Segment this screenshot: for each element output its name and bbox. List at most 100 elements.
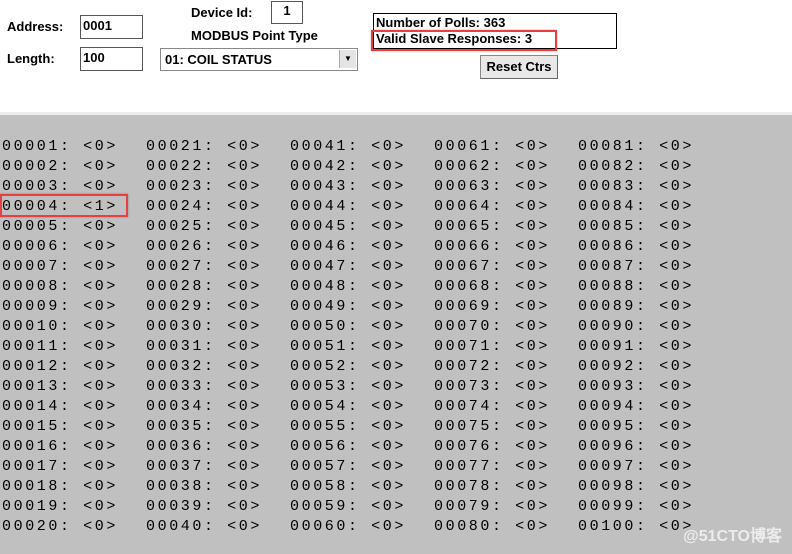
register-cell: 00035: <0> — [146, 418, 263, 435]
dropdown-arrow-icon[interactable]: ▼ — [339, 50, 356, 68]
register-cell: 00017: <0> — [2, 458, 119, 475]
register-cell: 00061: <0> — [434, 138, 551, 155]
register-cell: 00009: <0> — [2, 298, 119, 315]
register-cell: 00030: <0> — [146, 318, 263, 335]
register-cell: 00002: <0> — [2, 158, 119, 175]
point-type-label: MODBUS Point Type — [191, 28, 318, 43]
register-cell: 00025: <0> — [146, 218, 263, 235]
register-cell: 00027: <0> — [146, 258, 263, 275]
register-cell: 00084: <0> — [578, 198, 695, 215]
register-cell: 00100: <0> — [578, 518, 695, 535]
register-cell: 00081: <0> — [578, 138, 695, 155]
reset-counters-button[interactable]: Reset Ctrs — [480, 55, 558, 79]
register-cell: 00040: <0> — [146, 518, 263, 535]
register-cell: 00033: <0> — [146, 378, 263, 395]
register-cell: 00075: <0> — [434, 418, 551, 435]
register-cell: 00092: <0> — [578, 358, 695, 375]
register-cell: 00022: <0> — [146, 158, 263, 175]
address-label: Address: — [7, 19, 64, 34]
register-cell: 00097: <0> — [578, 458, 695, 475]
register-cell: 00090: <0> — [578, 318, 695, 335]
register-cell: 00087: <0> — [578, 258, 695, 275]
register-cell: 00013: <0> — [2, 378, 119, 395]
register-cell: 00034: <0> — [146, 398, 263, 415]
register-cell: 00020: <0> — [2, 518, 119, 535]
highlight-box — [371, 30, 557, 51]
register-cell: 00029: <0> — [146, 298, 263, 315]
register-cell: 00006: <0> — [2, 238, 119, 255]
register-cell: 00067: <0> — [434, 258, 551, 275]
register-cell: 00048: <0> — [290, 278, 407, 295]
register-cell: 00096: <0> — [578, 438, 695, 455]
register-cell: 00023: <0> — [146, 178, 263, 195]
register-cell: 00049: <0> — [290, 298, 407, 315]
register-cell: 00068: <0> — [434, 278, 551, 295]
register-cell: 00073: <0> — [434, 378, 551, 395]
register-cell: 00071: <0> — [434, 338, 551, 355]
register-cell: 00062: <0> — [434, 158, 551, 175]
register-cell: 00028: <0> — [146, 278, 263, 295]
register-cell: 00032: <0> — [146, 358, 263, 375]
register-cell: 00050: <0> — [290, 318, 407, 335]
register-cell: 00077: <0> — [434, 458, 551, 475]
highlight-box — [0, 194, 128, 217]
register-cell: 00007: <0> — [2, 258, 119, 275]
register-cell: 00011: <0> — [2, 338, 119, 355]
register-cell: 00079: <0> — [434, 498, 551, 515]
register-cell: 00085: <0> — [578, 218, 695, 235]
register-cell: 00074: <0> — [434, 398, 551, 415]
register-cell: 00012: <0> — [2, 358, 119, 375]
register-cell: 00031: <0> — [146, 338, 263, 355]
register-cell: 00082: <0> — [578, 158, 695, 175]
register-cell: 00057: <0> — [290, 458, 407, 475]
length-input[interactable]: 100 — [80, 47, 143, 71]
register-cell: 00086: <0> — [578, 238, 695, 255]
register-cell: 00043: <0> — [290, 178, 407, 195]
register-cell: 00083: <0> — [578, 178, 695, 195]
register-cell: 00026: <0> — [146, 238, 263, 255]
register-cell: 00001: <0> — [2, 138, 119, 155]
register-cell: 00010: <0> — [2, 318, 119, 335]
register-cell: 00063: <0> — [434, 178, 551, 195]
register-cell: 00076: <0> — [434, 438, 551, 455]
register-cell: 00091: <0> — [578, 338, 695, 355]
register-cell: 00052: <0> — [290, 358, 407, 375]
register-cell: 00038: <0> — [146, 478, 263, 495]
register-cell: 00037: <0> — [146, 458, 263, 475]
device-id-label: Device Id: — [191, 5, 253, 20]
register-cell: 00045: <0> — [290, 218, 407, 235]
register-cell: 00016: <0> — [2, 438, 119, 455]
register-cell: 00021: <0> — [146, 138, 263, 155]
register-cell: 00005: <0> — [2, 218, 119, 235]
point-type-select[interactable]: 01: COIL STATUS ▼ — [160, 48, 358, 71]
register-cell: 00036: <0> — [146, 438, 263, 455]
register-cell: 00024: <0> — [146, 198, 263, 215]
register-cell: 00099: <0> — [578, 498, 695, 515]
register-cell: 00047: <0> — [290, 258, 407, 275]
register-cell: 00015: <0> — [2, 418, 119, 435]
register-cell: 00066: <0> — [434, 238, 551, 255]
register-cell: 00046: <0> — [290, 238, 407, 255]
device-id-input[interactable]: 1 — [271, 1, 303, 24]
register-cell: 00053: <0> — [290, 378, 407, 395]
register-cell: 00088: <0> — [578, 278, 695, 295]
register-cell: 00069: <0> — [434, 298, 551, 315]
length-label: Length: — [7, 51, 55, 66]
register-cell: 00041: <0> — [290, 138, 407, 155]
register-cell: 00065: <0> — [434, 218, 551, 235]
register-cell: 00056: <0> — [290, 438, 407, 455]
watermark: @51CTO博客 — [683, 528, 782, 545]
register-cell: 00072: <0> — [434, 358, 551, 375]
address-input[interactable]: 0001 — [80, 15, 143, 39]
register-cell: 00014: <0> — [2, 398, 119, 415]
register-cell: 00019: <0> — [2, 498, 119, 515]
register-cell: 00094: <0> — [578, 398, 695, 415]
register-cell: 00080: <0> — [434, 518, 551, 535]
register-cell: 00055: <0> — [290, 418, 407, 435]
polls-count: Number of Polls: 363 — [376, 15, 506, 30]
register-cell: 00044: <0> — [290, 198, 407, 215]
register-cell: 00051: <0> — [290, 338, 407, 355]
register-cell: 00018: <0> — [2, 478, 119, 495]
register-cell: 00059: <0> — [290, 498, 407, 515]
point-type-value: 01: COIL STATUS — [165, 52, 272, 67]
